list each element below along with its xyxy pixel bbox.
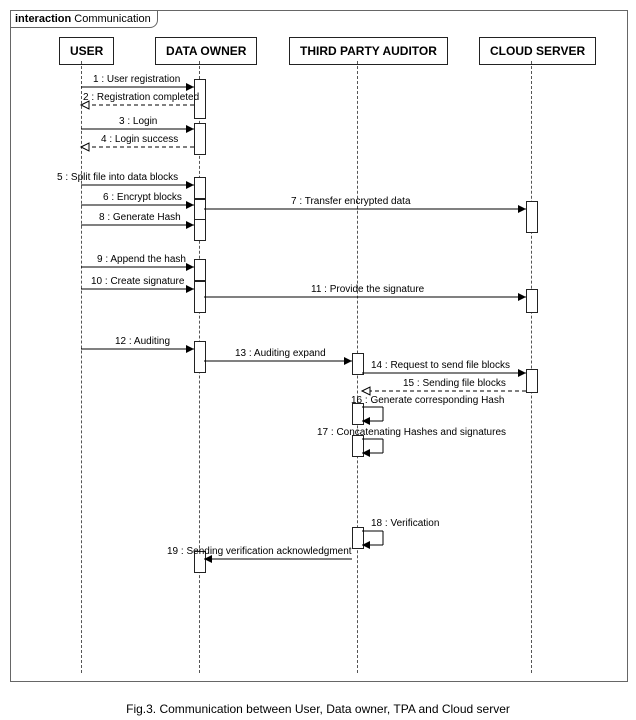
- msg-5: 5 : Split file into data blocks: [57, 172, 178, 183]
- msg-16: 16 : Generate corresponding Hash: [351, 395, 504, 406]
- msg-1: 1 : User registration: [93, 74, 180, 85]
- msg-13: 13 : Auditing expand: [235, 348, 326, 359]
- figure-caption: Fig.3. Communication between User, Data …: [0, 702, 636, 716]
- msg-3: 3 : Login: [119, 116, 157, 127]
- msg-15: 15 : Sending file blocks: [403, 378, 506, 389]
- msg-17: 17 : Concatenating Hashes and signatures: [317, 427, 506, 438]
- msg-8: 8 : Generate Hash: [99, 212, 181, 223]
- msg-2: 2 : Registration completed: [83, 92, 199, 103]
- msg-10: 10 : Create signature: [91, 276, 184, 287]
- msg-18: 18 : Verification: [371, 518, 439, 529]
- msg-7: 7 : Transfer encrypted data: [291, 196, 411, 207]
- msg-19: 19 : Sending verification acknowledgment: [167, 546, 352, 557]
- msg-6: 6 : Encrypt blocks: [103, 192, 182, 203]
- msg-14: 14 : Request to send file blocks: [371, 360, 510, 371]
- arrows-svg: [11, 11, 627, 681]
- msg-9: 9 : Append the hash: [97, 254, 186, 265]
- page: interaction Communication USER DATA OWNE…: [0, 0, 636, 720]
- interaction-frame: interaction Communication USER DATA OWNE…: [10, 10, 628, 682]
- msg-12: 12 : Auditing: [115, 336, 170, 347]
- msg-11: 11 : Provide the signature: [311, 284, 424, 295]
- msg-4: 4 : Login success: [101, 134, 178, 145]
